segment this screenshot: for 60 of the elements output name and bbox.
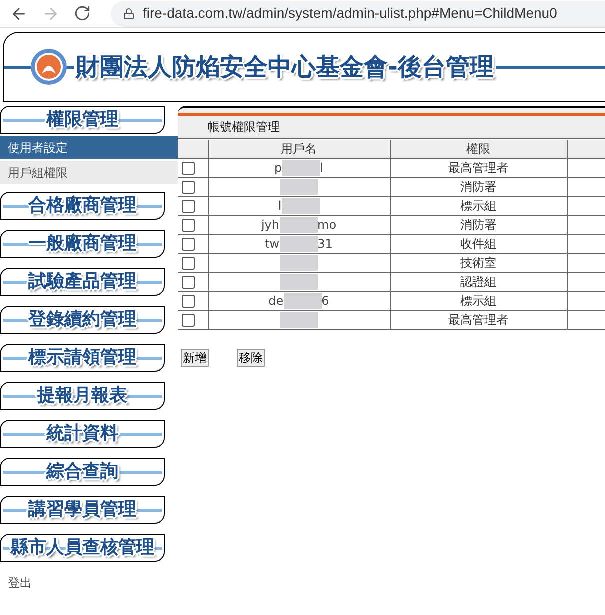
username-text: p (274, 160, 282, 177)
logo-icon (30, 48, 68, 86)
username-text: 31 (318, 236, 333, 253)
panel-header: 帳號權限管理 (178, 106, 605, 139)
redaction-blur (282, 198, 320, 214)
redaction-blur (280, 312, 318, 328)
menu-button[interactable]: 講習學員管理 (0, 496, 165, 524)
column-header: 權限 (390, 140, 567, 158)
reload-icon[interactable] (74, 5, 91, 22)
submenu-item[interactable]: 使用者設定 (0, 136, 178, 159)
column-header: 用戶名 (208, 140, 390, 158)
username-text: 6 (322, 293, 330, 310)
menu-button[interactable]: 一般廠商管理 (0, 230, 165, 258)
username-text: mo (318, 217, 337, 234)
table-cell: 認證組 (390, 272, 567, 292)
redaction-blur (284, 293, 322, 309)
logout-link[interactable]: 登出 (8, 574, 32, 592)
lock-icon (123, 8, 135, 20)
row-checkbox[interactable] (182, 314, 195, 326)
menu-button[interactable]: 合格廠商管理 (0, 192, 165, 220)
row-checkbox[interactable] (182, 256, 195, 270)
row-checkbox[interactable] (182, 294, 195, 308)
table-cell: 消防署 (390, 178, 567, 196)
username-text: tw (265, 236, 280, 253)
menu-button[interactable]: 綜合查詢 (0, 458, 165, 486)
row-checkbox[interactable] (182, 162, 195, 174)
site-title: 財團法人防焰安全中心基金會-後台管理 (74, 55, 496, 79)
action-button[interactable]: 新增 (181, 349, 209, 367)
username-text: de (268, 293, 284, 310)
menu-button[interactable]: 統計資料 (0, 420, 165, 448)
redaction-blur (280, 274, 318, 290)
row-checkbox[interactable] (182, 276, 195, 288)
table-cell: 技術室 (390, 254, 567, 272)
row-checkbox[interactable] (182, 238, 195, 250)
action-button[interactable]: 移除 (237, 349, 265, 367)
redaction-blur (280, 236, 318, 252)
table-cell: 標示組 (390, 196, 567, 216)
submenu-item[interactable]: 用戶組權限 (0, 161, 178, 184)
redaction-blur (280, 255, 318, 271)
menu-button[interactable]: 權限管理 (0, 106, 165, 134)
username-text: l (278, 198, 282, 215)
table-cell: 最高管理者 (390, 310, 567, 330)
menu-button[interactable]: 縣市人員查核管理 (0, 534, 165, 562)
username-text: l (320, 160, 324, 177)
menu-button[interactable]: 提報月報表 (0, 382, 165, 410)
address-bar[interactable]: fire-data.com.tw/admin/system/admin-ulist.php#Menu=ChildMenu0 (111, 0, 605, 26)
menu-button[interactable]: 標示請領管理 (0, 344, 165, 372)
username-text: jyh (261, 217, 280, 234)
redaction-blur (282, 160, 320, 176)
table-cell: 收件組 (390, 234, 567, 254)
row-checkbox[interactable] (182, 218, 195, 232)
redaction-blur (280, 179, 318, 195)
redaction-blur (280, 217, 318, 233)
table-cell: 最高管理者 (390, 158, 567, 178)
row-checkbox[interactable] (182, 180, 195, 194)
menu-button[interactable]: 登錄續約管理 (0, 306, 165, 334)
table-cell: 消防署 (390, 216, 567, 234)
menu-button[interactable]: 試驗產品管理 (0, 268, 165, 296)
row-checkbox[interactable] (182, 200, 195, 212)
table-cell: 標示組 (390, 292, 567, 310)
